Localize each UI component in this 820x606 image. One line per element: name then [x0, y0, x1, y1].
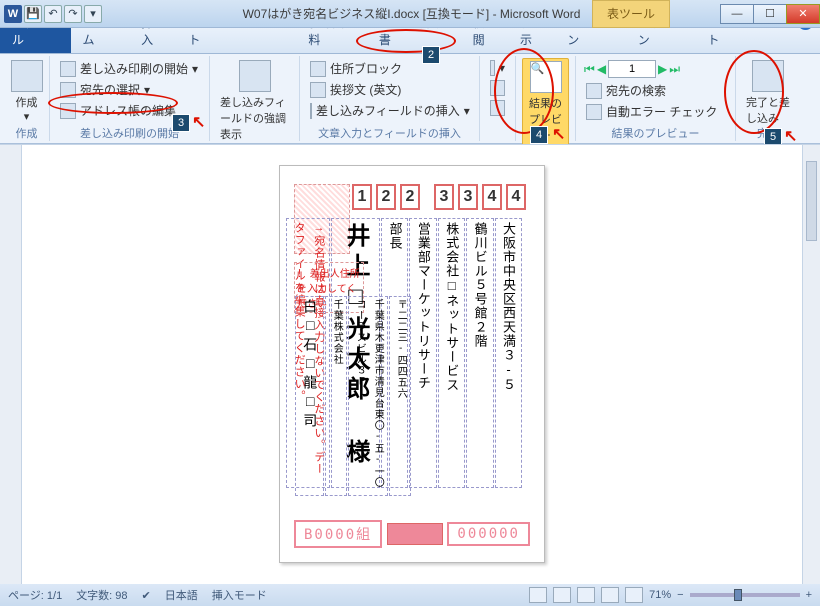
- bottom-stamp-icon: [387, 523, 443, 545]
- qat-undo-icon[interactable]: ↶: [44, 5, 62, 23]
- status-bar: ページ: 1/1 文字数: 98 ✔ 日本語 挿入モード 71% − +: [0, 584, 820, 606]
- arrow-5: ↖: [784, 126, 797, 146]
- group-create-label: 作成: [4, 125, 49, 141]
- document-workspace: 1 2 2 3 3 4 4 →宛名情報は直接入力しないでください。データファイル…: [0, 144, 820, 584]
- sender-zip[interactable]: 〒二二三‐四四五六: [389, 296, 411, 496]
- group-preview-label: 結果のプレビュー: [576, 125, 735, 141]
- status-proof-icon[interactable]: ✔: [142, 589, 151, 602]
- view-web-icon[interactable]: [577, 587, 595, 603]
- postcard-page: 1 2 2 3 3 4 4 →宛名情報は直接入力しないでください。データファイル…: [279, 165, 545, 563]
- scrollbar-thumb[interactable]: [806, 161, 817, 241]
- insert-merge-field-button[interactable]: 差し込みフィールドの挿入 ▾: [306, 100, 473, 121]
- zoom-in-icon[interactable]: +: [806, 589, 812, 601]
- next-record-icon[interactable]: ▶: [658, 62, 667, 76]
- auto-check-errors-button[interactable]: 自動エラー チェック: [582, 101, 729, 122]
- postcode-digit: 4: [506, 184, 526, 210]
- postcode-digit: 2: [400, 184, 420, 210]
- close-button[interactable]: ✕: [786, 4, 820, 24]
- view-outline-icon[interactable]: [601, 587, 619, 603]
- last-record-icon[interactable]: ⏭: [669, 62, 680, 77]
- postcode-digit: 2: [376, 184, 396, 210]
- status-page[interactable]: ページ: 1/1: [8, 587, 62, 603]
- postcode-digit: 1: [352, 184, 372, 210]
- match-fields-button[interactable]: [486, 78, 509, 98]
- status-zoom[interactable]: 71%: [649, 589, 671, 601]
- qat-customize-icon[interactable]: ▾: [84, 5, 102, 23]
- ribbon-tabs: ファイル ホーム 挿入 ページ レイアウト 参考資料 差し込み文書 校閲 表示 …: [0, 28, 820, 54]
- document-area[interactable]: 1 2 2 3 3 4 4 →宛名情報は直接入力しないでください。データファイル…: [22, 145, 802, 584]
- sender-block: 白□石□龍□司 千葉株式会社 千葉県木更津市清見台東〇‐五‐一〇 コーラスビル３…: [294, 296, 411, 496]
- arrow-3: ↖: [192, 112, 205, 132]
- sender-addr[interactable]: 千葉県木更津市清見台東〇‐五‐一〇 コーラスビル３Ｆ: [348, 296, 388, 496]
- start-mail-merge-button[interactable]: 差し込み印刷の開始 ▾: [56, 58, 203, 79]
- qat-save-icon[interactable]: 💾: [24, 5, 42, 23]
- status-insert-mode[interactable]: 挿入モード: [212, 587, 267, 603]
- recipient-dept[interactable]: 営業部マーケットリサーチ: [409, 218, 436, 488]
- sender-company[interactable]: 千葉株式会社: [325, 296, 347, 496]
- postcode-boxes: 1 2 2 3 3 4 4: [352, 184, 526, 210]
- create-button[interactable]: 作成▾: [10, 58, 43, 125]
- recipient-addr1[interactable]: 大阪市中央区西天満３‐５: [495, 218, 522, 488]
- zoom-out-icon[interactable]: −: [677, 589, 683, 601]
- vertical-scrollbar[interactable]: [802, 145, 820, 584]
- badge-2: 2: [422, 46, 440, 64]
- sender-names[interactable]: 白□石□龍□司: [295, 296, 324, 496]
- arrow-4: ↖: [552, 124, 565, 144]
- first-record-icon[interactable]: ⏮: [584, 62, 595, 77]
- update-labels-button[interactable]: [486, 98, 509, 118]
- badge-3: 3: [172, 114, 190, 132]
- bottom-code-right: 000000: [447, 522, 530, 546]
- group-write-label: 文章入力とフィールドの挿入: [300, 125, 479, 141]
- zoom-slider[interactable]: [690, 593, 800, 597]
- record-number-input[interactable]: [608, 60, 656, 78]
- minimize-button[interactable]: —: [720, 4, 754, 24]
- word-icon: W: [4, 5, 22, 23]
- rules-button[interactable]: ▾: [486, 58, 509, 78]
- vertical-ruler[interactable]: [0, 145, 22, 584]
- recipient-addr2[interactable]: 鶴川ビル５号館２階: [466, 218, 493, 488]
- postcode-digit: 4: [482, 184, 502, 210]
- address-block-button[interactable]: 住所ブロック: [306, 58, 473, 79]
- postcode-digit: 3: [458, 184, 478, 210]
- view-draft-icon[interactable]: [625, 587, 643, 603]
- postcode-digit: 3: [434, 184, 454, 210]
- context-tab-table-tools: 表ツール: [592, 0, 670, 28]
- select-recipients-button[interactable]: 宛先の選択 ▾: [56, 79, 203, 100]
- find-recipient-button[interactable]: 宛先の検索: [582, 80, 729, 101]
- recipient-company[interactable]: 株式会社□ネットサービス: [438, 218, 465, 488]
- status-words[interactable]: 文字数: 98: [76, 587, 127, 603]
- qat-redo-icon[interactable]: ↷: [64, 5, 82, 23]
- bottom-code-left: B0000組: [294, 520, 382, 548]
- badge-4: 4: [530, 126, 548, 144]
- maximize-button[interactable]: ☐: [753, 4, 787, 24]
- greeting-line-button[interactable]: 挨拶文 (英文): [306, 79, 473, 100]
- prev-record-icon[interactable]: ◀: [597, 62, 606, 76]
- highlight-fields-button[interactable]: 差し込みフィールドの強調表示: [216, 58, 293, 144]
- zoom-slider-thumb[interactable]: [734, 589, 742, 601]
- title-bar: W 💾 ↶ ↷ ▾ W07はがき宛名ビジネス縦I.docx [互換モード] - …: [0, 0, 820, 28]
- view-fullscreen-icon[interactable]: [553, 587, 571, 603]
- view-print-layout-icon[interactable]: [529, 587, 547, 603]
- ribbon: 作成▾ 作成 差し込み印刷の開始 ▾ 宛先の選択 ▾ アドレス帳の編集 差し込み…: [0, 54, 820, 144]
- status-language[interactable]: 日本語: [165, 587, 198, 603]
